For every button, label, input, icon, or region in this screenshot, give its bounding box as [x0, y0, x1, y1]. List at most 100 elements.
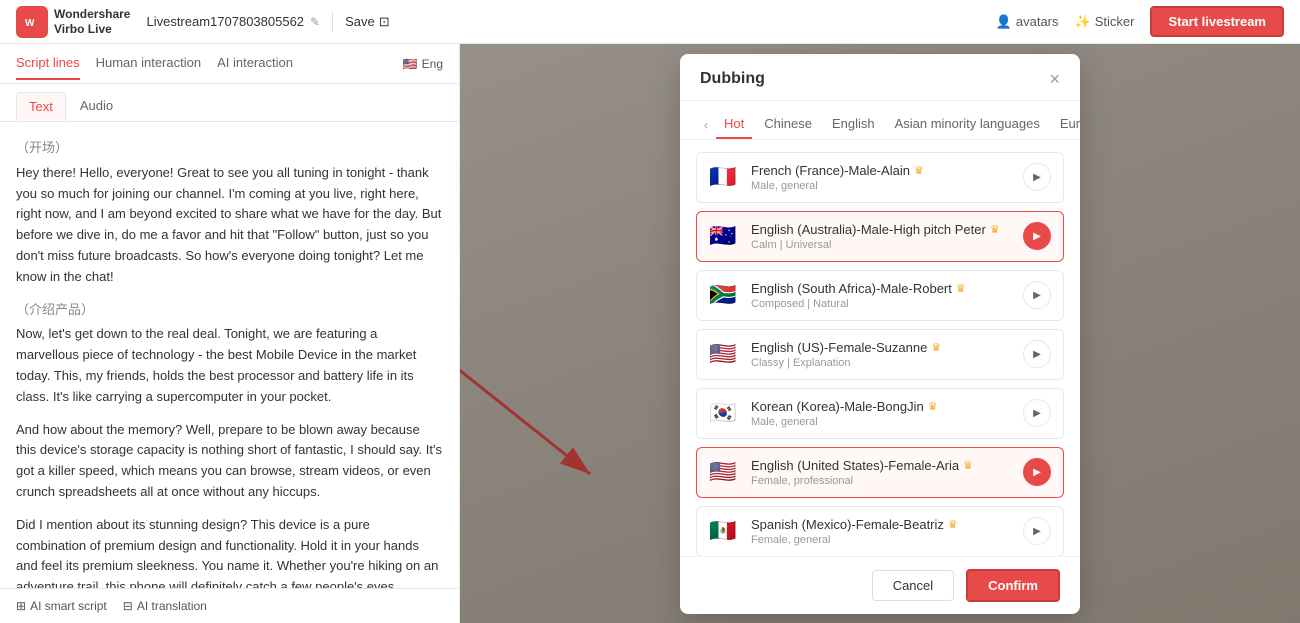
- voice-item-spanish-mx-beatriz[interactable]: 🇲🇽 Spanish (Mexico)-Female-Beatriz ♛ Fem…: [696, 506, 1064, 556]
- tab-script-lines[interactable]: Script lines: [16, 47, 80, 80]
- section-text: Hey there! Hello, everyone! Great to see…: [16, 163, 443, 288]
- svg-text:W: W: [25, 18, 35, 29]
- language-indicator[interactable]: 🇺🇸 Eng: [403, 57, 443, 71]
- logo-text: Wondershare Virbo Live: [54, 7, 130, 36]
- modal-close-button[interactable]: ×: [1049, 70, 1060, 88]
- topbar: W Wondershare Virbo Live Livestream17078…: [0, 0, 1300, 44]
- script-section-opening: （开场） Hey there! Hello, everyone! Great t…: [16, 138, 443, 288]
- play-icon: ▶: [1033, 349, 1041, 360]
- voice-flag: 🇫🇷: [709, 166, 741, 188]
- section-text: Now, let's get down to the real deal. To…: [16, 324, 443, 407]
- crown-icon: ♛: [931, 341, 941, 354]
- voice-info: Korean (Korea)-Male-BongJin ♛ Male, gene…: [751, 399, 1013, 428]
- script-content: （开场） Hey there! Hello, everyone! Great t…: [0, 122, 459, 588]
- edit-icon[interactable]: ✎: [310, 15, 320, 29]
- voice-flag: 🇺🇸: [709, 461, 741, 483]
- save-button[interactable]: Save ⊡: [345, 14, 390, 30]
- main-layout: Script lines Human interaction AI intera…: [0, 44, 1300, 623]
- tab-ai-interaction[interactable]: AI interaction: [217, 47, 293, 80]
- play-icon: ▶: [1033, 290, 1041, 301]
- avatars-link[interactable]: 👤 avatars: [996, 14, 1059, 30]
- lang-tab-prev[interactable]: ‹: [700, 114, 712, 136]
- crown-icon: ♛: [963, 459, 973, 472]
- crown-icon: ♛: [928, 400, 938, 413]
- voice-name: Korean (Korea)-Male-BongJin ♛: [751, 399, 1013, 414]
- voice-item-english-sa-robert[interactable]: 🇿🇦 English (South Africa)-Male-Robert ♛ …: [696, 270, 1064, 321]
- left-footer: ⊞ AI smart script ⊟ AI translation: [0, 588, 459, 623]
- crown-icon: ♛: [948, 518, 958, 531]
- ai-translation-icon: ⊟: [123, 599, 133, 613]
- section-text: And how about the memory? Well, prepare …: [16, 420, 443, 503]
- voice-item-english-us-aria[interactable]: 🇺🇸 English (United States)-Female-Aria ♛…: [696, 447, 1064, 498]
- modal-header: Dubbing ×: [680, 54, 1080, 101]
- voice-name: French (France)-Male-Alain ♛: [751, 163, 1013, 178]
- start-livestream-button[interactable]: Start livestream: [1150, 6, 1284, 37]
- voice-name: English (Australia)-Male-High pitch Pete…: [751, 222, 1013, 237]
- voice-info: Spanish (Mexico)-Female-Beatriz ♛ Female…: [751, 517, 1013, 546]
- crown-icon: ♛: [956, 282, 966, 295]
- voice-desc: Female, professional: [751, 475, 1013, 487]
- modal-footer: Cancel Confirm: [680, 556, 1080, 614]
- voice-desc: Calm | Universal: [751, 239, 1013, 251]
- crown-icon: ♛: [914, 164, 924, 177]
- voice-item-french-alain[interactable]: 🇫🇷 French (France)-Male-Alain ♛ Male, ge…: [696, 152, 1064, 203]
- voice-info: French (France)-Male-Alain ♛ Male, gener…: [751, 163, 1013, 192]
- ai-smart-script-button[interactable]: ⊞ AI smart script: [16, 599, 107, 613]
- tab-text[interactable]: Text: [16, 92, 66, 121]
- logo: W Wondershare Virbo Live: [16, 6, 130, 38]
- voice-desc: Classy | Explanation: [751, 357, 1013, 369]
- content-tabs: Text Audio: [0, 84, 459, 122]
- voice-name: Spanish (Mexico)-Female-Beatriz ♛: [751, 517, 1013, 532]
- voice-list: 🇫🇷 French (France)-Male-Alain ♛ Male, ge…: [680, 140, 1080, 556]
- save-icon: ⊡: [379, 14, 390, 30]
- lang-tab-chinese[interactable]: Chinese: [756, 110, 820, 139]
- avatar-icon: 👤: [996, 14, 1012, 30]
- lang-tab-asian[interactable]: Asian minority languages: [887, 110, 1048, 139]
- lang-tab-english[interactable]: English: [824, 110, 883, 139]
- play-button[interactable]: ▶: [1023, 399, 1051, 427]
- section-text: Did I mention about its stunning design?…: [16, 515, 443, 588]
- voice-flag: 🇺🇸: [709, 343, 741, 365]
- voice-desc: Male, general: [751, 416, 1013, 428]
- play-icon: ▶: [1033, 231, 1041, 242]
- voice-item-english-au-peter[interactable]: 🇦🇺 English (Australia)-Male-High pitch P…: [696, 211, 1064, 262]
- ai-script-icon: ⊞: [16, 599, 26, 613]
- modal-title: Dubbing: [700, 70, 765, 88]
- voice-item-english-us-suzanne[interactable]: 🇺🇸 English (US)-Female-Suzanne ♛ Classy …: [696, 329, 1064, 380]
- ai-translation-button[interactable]: ⊟ AI translation: [123, 599, 207, 613]
- play-icon: ▶: [1033, 526, 1041, 537]
- play-button[interactable]: ▶: [1023, 458, 1051, 486]
- lang-tab-europ[interactable]: Europ: [1052, 110, 1080, 139]
- voice-info: English (South Africa)-Male-Robert ♛ Com…: [751, 281, 1013, 310]
- voice-flag: 🇦🇺: [709, 225, 741, 247]
- cancel-button[interactable]: Cancel: [872, 570, 954, 601]
- tab-human-interaction[interactable]: Human interaction: [96, 47, 202, 80]
- stream-title: Livestream1707803805562 ✎: [146, 14, 320, 29]
- play-button[interactable]: ▶: [1023, 340, 1051, 368]
- script-section-memory: And how about the memory? Well, prepare …: [16, 420, 443, 503]
- crown-icon: ♛: [990, 223, 1000, 236]
- voice-info: English (Australia)-Male-High pitch Pete…: [751, 222, 1013, 251]
- play-button[interactable]: ▶: [1023, 163, 1051, 191]
- tab-audio[interactable]: Audio: [68, 92, 125, 121]
- section-label: （开场）: [16, 138, 443, 159]
- voice-flag: 🇿🇦: [709, 284, 741, 306]
- script-tabs: Script lines Human interaction AI intera…: [0, 44, 459, 84]
- divider: [332, 12, 333, 32]
- section-label: （介绍产品）: [16, 300, 443, 321]
- lang-tab-hot[interactable]: Hot: [716, 110, 752, 139]
- voice-name: English (US)-Female-Suzanne ♛: [751, 340, 1013, 355]
- play-button[interactable]: ▶: [1023, 517, 1051, 545]
- voice-flag: 🇰🇷: [709, 402, 741, 424]
- sticker-link[interactable]: ✨ Sticker: [1075, 14, 1135, 30]
- lang-code: Eng: [422, 57, 443, 71]
- voice-item-korean-bongjin[interactable]: 🇰🇷 Korean (Korea)-Male-BongJin ♛ Male, g…: [696, 388, 1064, 439]
- voice-desc: Male, general: [751, 180, 1013, 192]
- confirm-button[interactable]: Confirm: [966, 569, 1060, 602]
- play-button[interactable]: ▶: [1023, 222, 1051, 250]
- play-icon: ▶: [1033, 408, 1041, 419]
- flag-icon: 🇺🇸: [403, 57, 418, 71]
- play-button[interactable]: ▶: [1023, 281, 1051, 309]
- modal-backdrop: Dubbing × ‹ Hot Chinese English Asian mi…: [460, 44, 1300, 623]
- sticker-icon: ✨: [1075, 14, 1091, 30]
